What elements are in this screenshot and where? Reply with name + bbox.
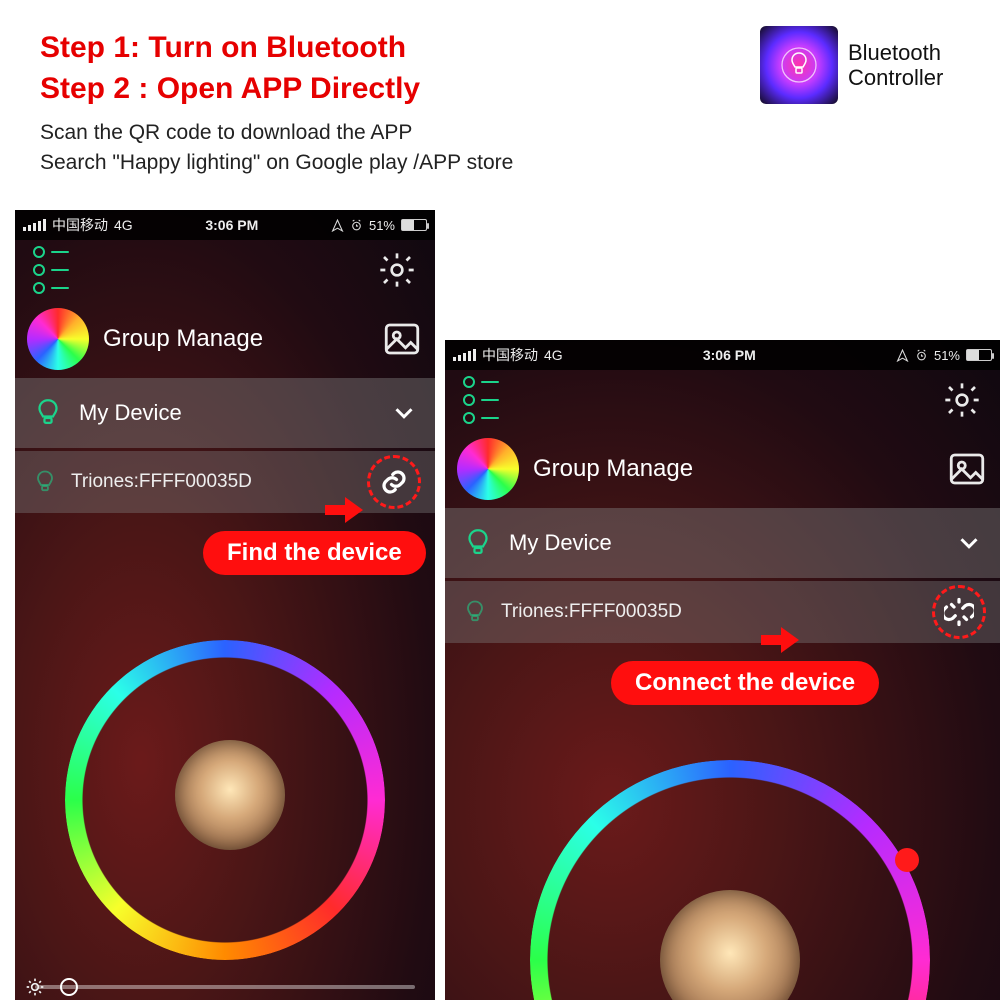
steps-header: Step 1: Turn on Bluetooth Step 2 : Open … (40, 28, 420, 109)
image-icon[interactable] (381, 318, 423, 360)
status-bar: 中国移动 4G 3:06 PM 51% (15, 210, 435, 240)
location-icon (896, 349, 909, 362)
image-icon[interactable] (946, 448, 988, 490)
download-instructions: Scan the QR code to download the APP Sea… (40, 118, 513, 179)
search-instruction: Search "Happy lighting" on Google play /… (40, 148, 513, 178)
menu-list-icon[interactable] (33, 246, 69, 294)
my-device-label: My Device (79, 400, 182, 426)
step-2: Step 2 : Open APP Directly (40, 69, 420, 110)
callout-find-device: Find the device (205, 533, 424, 573)
bulb-icon (461, 598, 489, 626)
ring-handle[interactable] (895, 848, 919, 872)
color-preview-disc (175, 740, 285, 850)
device-row[interactable]: Triones:FFFF00035D (445, 581, 1000, 643)
unlink-highlight[interactable] (932, 585, 986, 639)
battery-icon (966, 349, 992, 361)
carrier: 中国移动 (52, 215, 108, 235)
my-device-group[interactable]: My Device (15, 378, 435, 448)
group-manage-row[interactable]: Group Manage (15, 300, 435, 378)
my-device-label: My Device (509, 530, 612, 556)
bulb-icon (461, 526, 495, 560)
bulb-icon (31, 468, 59, 496)
group-manage-title: Group Manage (103, 325, 367, 353)
chevron-down-icon (389, 398, 419, 428)
screenshot-find-device: 中国移动 4G 3:06 PM 51% Group Manage My Devi… (15, 210, 435, 1000)
status-bar: 中国移动 4G 3:06 PM 51% (445, 340, 1000, 370)
battery-percent: 51% (934, 348, 960, 363)
sun-icon (25, 977, 45, 997)
signal-icon (453, 349, 476, 361)
link-highlight[interactable] (367, 455, 421, 509)
bulb-icon (31, 396, 65, 430)
app-badge: Bluetooth Controller (760, 26, 943, 104)
menu-list-icon[interactable] (463, 376, 499, 424)
qr-instruction: Scan the QR code to download the APP (40, 118, 513, 148)
top-actions (15, 240, 435, 300)
app-name-line1: Bluetooth (848, 40, 943, 65)
signal-icon (23, 219, 46, 231)
device-name: Triones:FFFF00035D (71, 471, 252, 493)
arrow-icon (325, 493, 365, 532)
device-row[interactable]: Triones:FFFF00035D (15, 451, 435, 513)
network: 4G (544, 347, 563, 363)
network: 4G (114, 217, 133, 233)
link-icon (379, 467, 409, 497)
callout-connect-device: Connect the device (613, 663, 877, 703)
my-device-group[interactable]: My Device (445, 508, 1000, 578)
app-icon (760, 26, 838, 104)
app-name-line2: Controller (848, 65, 943, 90)
arrow-icon (761, 623, 801, 662)
top-actions (445, 370, 1000, 430)
carrier: 中国移动 (482, 345, 538, 365)
step-1: Step 1: Turn on Bluetooth (40, 28, 420, 69)
app-name: Bluetooth Controller (848, 40, 943, 91)
gear-icon[interactable] (377, 250, 417, 290)
brightness-slider[interactable] (35, 985, 415, 989)
slider-thumb[interactable] (60, 978, 78, 996)
battery-icon (401, 219, 427, 231)
clock: 3:06 PM (139, 217, 325, 233)
screenshot-connect-device: 中国移动 4G 3:06 PM 51% Group Manage My Devi… (445, 340, 1000, 1000)
chevron-down-icon (954, 528, 984, 558)
alarm-icon (350, 219, 363, 232)
gear-icon[interactable] (942, 380, 982, 420)
location-icon (331, 219, 344, 232)
group-manage-title: Group Manage (533, 455, 932, 483)
color-wheel-icon (457, 438, 519, 500)
device-name: Triones:FFFF00035D (501, 601, 682, 623)
battery-percent: 51% (369, 218, 395, 233)
color-wheel-icon (27, 308, 89, 370)
group-manage-row[interactable]: Group Manage (445, 430, 1000, 508)
alarm-icon (915, 349, 928, 362)
clock: 3:06 PM (569, 347, 890, 363)
unlink-icon (944, 597, 974, 627)
bulb-icon (779, 45, 819, 85)
